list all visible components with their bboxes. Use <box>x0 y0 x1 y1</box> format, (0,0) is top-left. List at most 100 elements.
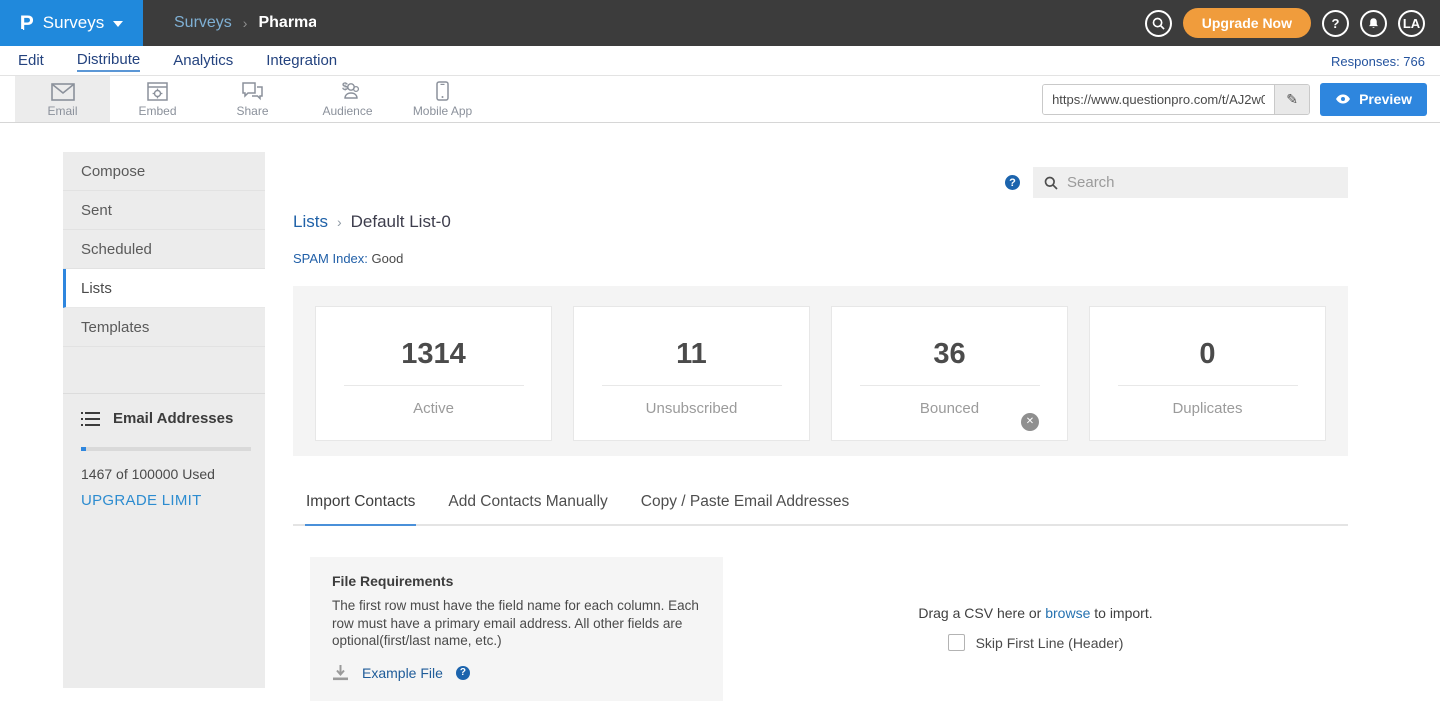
browse-link[interactable]: browse <box>1045 605 1090 621</box>
example-file-link[interactable]: Example File <box>362 665 443 681</box>
sidebar-item-compose[interactable]: Compose <box>63 152 265 191</box>
contact-tabs: Import Contacts Add Contacts Manually Co… <box>293 493 1348 526</box>
toolbar-item-label: Email <box>47 104 77 118</box>
spam-index-value: Good <box>372 251 404 266</box>
import-contacts-pane: File Requirements The first row must hav… <box>293 557 1348 701</box>
question-mark-icon: ? <box>1332 16 1340 31</box>
avatar[interactable]: LA <box>1398 10 1425 37</box>
csv-dropzone[interactable]: Drag a CSV here or browse to import. Ski… <box>723 557 1348 651</box>
tab-distribute[interactable]: Distribute <box>77 51 140 72</box>
toolbar-item-label: Mobile App <box>413 104 472 118</box>
toolbar-item-audience[interactable]: $ Audience <box>300 76 395 122</box>
file-requirements-text: The first row must have the field name f… <box>332 597 701 650</box>
toolbar-item-label: Audience <box>322 104 372 118</box>
survey-url-input[interactable] <box>1043 85 1274 114</box>
lists-breadcrumb-link[interactable]: Lists <box>293 212 328 232</box>
envelope-icon <box>51 80 75 101</box>
usage-text: 1467 of 100000 Used <box>81 466 247 482</box>
tab-analytics[interactable]: Analytics <box>173 52 233 71</box>
toolbar-item-mobile-app[interactable]: Mobile App <box>395 76 490 122</box>
edit-url-button[interactable]: ✎ <box>1274 85 1309 114</box>
usage-progress-bar <box>81 447 251 451</box>
email-addresses-block: Email Addresses 1467 of 100000 Used UPGR… <box>63 393 265 526</box>
top-bar-actions: Upgrade Now ? LA <box>1145 8 1440 38</box>
chevron-down-icon <box>113 21 123 27</box>
preview-button[interactable]: Preview <box>1320 83 1427 116</box>
stat-value: 36 <box>832 338 1067 371</box>
upgrade-limit-link[interactable]: UPGRADE LIMIT <box>81 492 202 509</box>
breadcrumb: Surveys › Pharma <box>174 14 316 32</box>
product-name: Surveys <box>43 13 104 33</box>
list-content: ? Lists › Default List-0 SPAM Index: Goo… <box>265 152 1377 688</box>
stat-value: 1314 <box>316 338 551 371</box>
search-input[interactable] <box>1067 174 1337 191</box>
list-stats-panel: 1314 Active 11 Unsubscribed 36 Bounced ✕… <box>293 286 1348 456</box>
stat-card-duplicates: 0 Duplicates <box>1089 306 1326 441</box>
product-switcher[interactable]: P Surveys <box>0 0 143 46</box>
toolbar-item-label: Share <box>236 104 268 118</box>
lists-panel: Compose Sent Scheduled Lists Templates E… <box>63 152 1377 688</box>
stat-card-active: 1314 Active <box>315 306 552 441</box>
example-file-row: Example File ? <box>332 665 701 681</box>
toolbar-right: ✎ Preview <box>1042 76 1440 122</box>
clear-bounced-icon[interactable]: ✕ <box>1021 413 1039 431</box>
help-icon[interactable]: ? <box>1005 175 1020 190</box>
file-requirements-title: File Requirements <box>332 573 701 589</box>
tab-import-contacts[interactable]: Import Contacts <box>305 493 416 526</box>
tab-copy-paste-emails[interactable]: Copy / Paste Email Addresses <box>640 493 851 524</box>
skip-first-line-row: Skip First Line (Header) <box>948 634 1124 651</box>
survey-nav: Edit Distribute Analytics Integration Re… <box>0 46 1440 75</box>
stat-value: 11 <box>574 338 809 371</box>
toolbar-item-share[interactable]: Share <box>205 76 300 122</box>
email-sidebar: Compose Sent Scheduled Lists Templates E… <box>63 152 265 688</box>
stat-card-unsubscribed: 11 Unsubscribed <box>573 306 810 441</box>
chevron-right-icon: › <box>243 15 248 31</box>
drag-csv-text: Drag a CSV here or browse to import. <box>918 605 1152 621</box>
tab-edit[interactable]: Edit <box>18 52 44 71</box>
stat-label: Unsubscribed <box>574 400 809 417</box>
embed-window-icon <box>147 80 168 101</box>
sidebar-item-lists[interactable]: Lists <box>63 269 265 308</box>
bell-icon <box>1367 17 1380 30</box>
responses-count[interactable]: Responses: 766 <box>1331 54 1425 69</box>
toolbar-item-embed[interactable]: Embed <box>110 76 205 122</box>
search-icon <box>1152 17 1165 30</box>
toolbar-item-label: Embed <box>138 104 176 118</box>
search-button[interactable] <box>1145 10 1172 37</box>
toolbar-item-email[interactable]: Email <box>15 76 110 122</box>
breadcrumb-survey-name: Pharma <box>258 14 316 32</box>
upgrade-now-button[interactable]: Upgrade Now <box>1183 8 1311 38</box>
usage-progress-fill <box>81 447 86 451</box>
mobile-phone-icon <box>436 80 449 101</box>
tab-integration[interactable]: Integration <box>266 52 337 71</box>
top-bar: P Surveys Surveys › Pharma Upgrade Now ?… <box>0 0 1440 46</box>
list-breadcrumb: Lists › Default List-0 <box>293 212 1348 232</box>
list-icon <box>81 411 100 427</box>
chat-bubbles-icon <box>241 80 264 101</box>
chevron-right-icon: › <box>337 214 342 230</box>
questionpro-logo-icon: P <box>20 13 34 34</box>
pencil-icon: ✎ <box>1286 91 1298 108</box>
content-top-row: ? <box>293 167 1348 198</box>
skip-first-line-label: Skip First Line (Header) <box>976 635 1124 651</box>
email-addresses-header: Email Addresses <box>81 410 247 427</box>
notifications-button[interactable] <box>1360 10 1387 37</box>
download-icon <box>332 665 349 681</box>
sidebar-item-sent[interactable]: Sent <box>63 191 265 230</box>
audience-people-icon: $ <box>336 80 360 101</box>
skip-first-line-checkbox[interactable] <box>948 634 965 651</box>
eye-icon <box>1335 94 1351 104</box>
spam-index-row: SPAM Index: Good <box>293 251 1348 266</box>
stat-value: 0 <box>1090 338 1325 371</box>
tab-add-contacts-manually[interactable]: Add Contacts Manually <box>447 493 608 524</box>
help-button[interactable]: ? <box>1322 10 1349 37</box>
preview-label: Preview <box>1359 91 1412 107</box>
current-list-name: Default List-0 <box>351 212 451 232</box>
breadcrumb-surveys-link[interactable]: Surveys <box>174 14 232 32</box>
sidebar-item-templates[interactable]: Templates <box>63 308 265 347</box>
sidebar-item-scheduled[interactable]: Scheduled <box>63 230 265 269</box>
example-file-help-icon[interactable]: ? <box>456 666 470 680</box>
email-addresses-title: Email Addresses <box>113 410 233 427</box>
stat-label: Active <box>316 400 551 417</box>
spam-index-label[interactable]: SPAM Index: <box>293 251 368 266</box>
